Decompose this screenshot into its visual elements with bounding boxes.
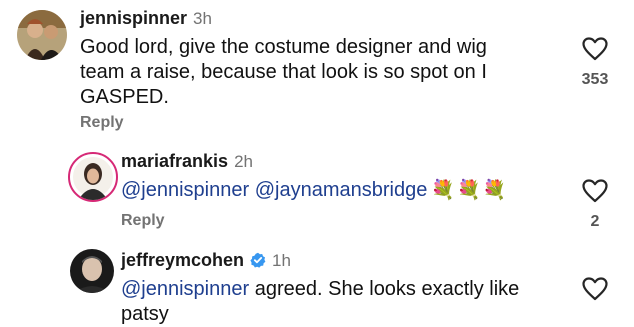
comment-text: Good lord, give the costume designer and…: [80, 36, 487, 108]
like-count: 2: [590, 213, 600, 230]
heart-icon[interactable]: [582, 179, 608, 203]
verified-badge-icon: [250, 252, 266, 268]
comment-time: 2h: [234, 152, 253, 171]
comment-username[interactable]: mariafrankis 2h: [121, 151, 253, 172]
comment-text: @jennispinner agreed. She looks exactly …: [121, 278, 520, 325]
like-count: 353: [581, 71, 609, 88]
user-photo-icon: [70, 249, 114, 293]
user-photo-icon: [71, 155, 115, 200]
comment-2: mariafrankis 2h @jennispinner @jaynamansb…: [0, 140, 634, 240]
heart-icon[interactable]: [582, 37, 608, 61]
comment-time: 1h: [272, 251, 291, 270]
comment-time: 3h: [193, 9, 212, 28]
comment-3: jeffreymcohen 1h @jennispinner agreed. S…: [0, 240, 634, 325]
avatar[interactable]: [70, 249, 114, 293]
heart-icon[interactable]: [582, 277, 608, 301]
mention-link[interactable]: @jennispinner: [121, 179, 249, 201]
comment-username[interactable]: jeffreymcohen 1h: [121, 250, 291, 271]
user-photo-icon: [17, 10, 67, 60]
bouquet-emoji: 💐💐💐: [431, 180, 509, 201]
avatar[interactable]: [17, 10, 67, 60]
reply-button[interactable]: Reply: [80, 114, 124, 132]
comment-username[interactable]: jennispinner 3h: [80, 8, 212, 29]
comment-text: @jennispinner @jaynamansbridge 💐💐💐: [121, 178, 508, 203]
comment-1: jennispinner 3h Good lord, give the costu…: [0, 0, 634, 150]
mention-link[interactable]: @jaynamansbridge: [255, 179, 428, 201]
avatar[interactable]: [68, 152, 118, 202]
mention-link[interactable]: @jennispinner: [121, 278, 249, 300]
reply-button[interactable]: Reply: [121, 212, 165, 230]
